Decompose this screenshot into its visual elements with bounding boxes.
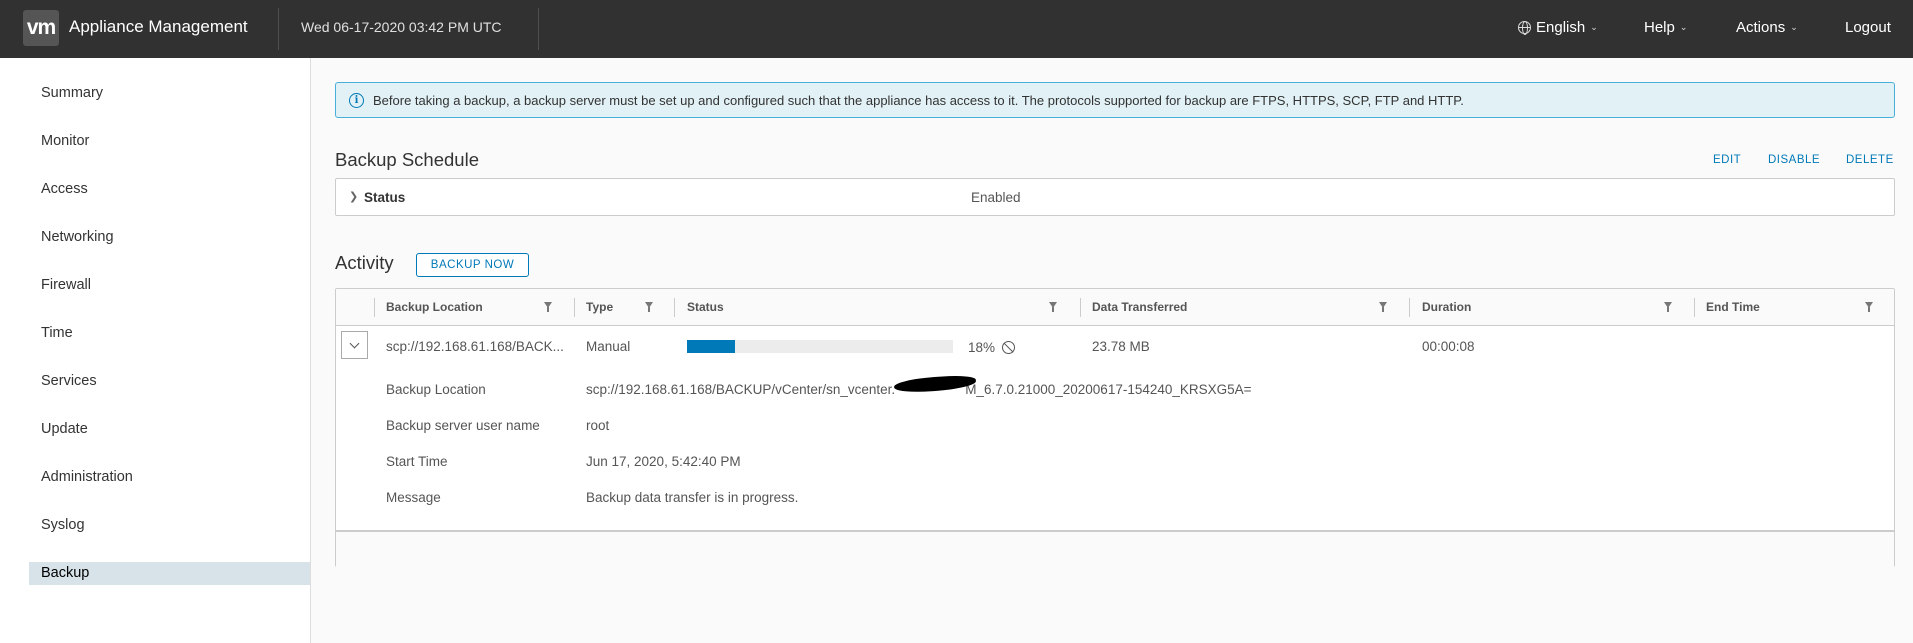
actions-menu[interactable]: Actions ⌄ (1736, 19, 1798, 36)
progress-bar (687, 340, 953, 353)
sidebar-nav: Summary Monitor Access Networking Firewa… (0, 58, 311, 643)
info-alert: i Before taking a backup, a backup serve… (335, 82, 1895, 118)
sidebar-item-syslog[interactable]: Syslog (29, 514, 310, 537)
column-header-end-time[interactable]: End Time (1706, 289, 1760, 326)
column-separator (1080, 298, 1081, 317)
column-separator (674, 298, 675, 317)
header-divider (538, 8, 539, 50)
column-header-status[interactable]: Status (687, 289, 724, 326)
info-icon: i (349, 92, 364, 108)
top-header: vm Appliance Management Wed 06-17-2020 0… (0, 0, 1913, 58)
app-title: Appliance Management (69, 17, 248, 36)
detail-message-label: Message (386, 490, 441, 505)
sidebar-item-update[interactable]: Update (29, 418, 310, 441)
sidebar-item-firewall[interactable]: Firewall (29, 274, 310, 297)
chevron-down-icon (349, 338, 360, 348)
detail-start-value: Jun 17, 2020, 5:42:40 PM (586, 454, 741, 469)
column-separator (1409, 298, 1410, 317)
progress-fill (687, 340, 735, 353)
sidebar-item-services[interactable]: Services (29, 370, 310, 393)
column-separator (574, 298, 575, 317)
column-header-data-transferred[interactable]: Data Transferred (1092, 289, 1187, 326)
sidebar-item-monitor[interactable]: Monitor (29, 130, 310, 153)
chevron-right-icon[interactable]: ❯ (349, 190, 358, 203)
cell-type: Manual (586, 339, 631, 354)
sidebar-item-administration[interactable]: Administration (29, 466, 310, 489)
vmware-logo: vm (23, 10, 59, 46)
cell-duration: 00:00:08 (1422, 339, 1475, 354)
disable-button[interactable]: DISABLE (1768, 154, 1820, 166)
logout-label: Logout (1845, 19, 1891, 36)
filter-icon[interactable] (1865, 302, 1873, 312)
detail-location-value-start: scp://192.168.61.168/BACKUP/vCenter/sn_v… (586, 382, 896, 397)
language-dropdown[interactable]: English ⌄ (1518, 19, 1598, 36)
schedule-status-value: Enabled (971, 190, 1021, 205)
cell-backup-location: scp://192.168.61.168/BACK... (386, 339, 564, 354)
alert-text: Before taking a backup, a backup server … (373, 92, 1464, 108)
actions-label: Actions (1736, 19, 1786, 36)
schedule-status-row: ❯ Status Enabled (335, 178, 1895, 216)
detail-user-value: root (586, 418, 610, 433)
chevron-down-icon: ⌄ (1790, 22, 1798, 32)
column-separator (374, 298, 375, 317)
sidebar-item-time[interactable]: Time (29, 322, 310, 345)
backup-now-button[interactable]: BACKUP NOW (416, 253, 529, 277)
detail-start-label: Start Time (386, 454, 448, 469)
progress-percent: 18% (968, 340, 996, 355)
column-header-backup-location[interactable]: Backup Location (386, 289, 483, 326)
globe-icon (1518, 21, 1531, 35)
detail-location-label: Backup Location (386, 382, 486, 397)
header-divider (278, 8, 279, 50)
datagrid-header: Backup Location Type Status Data Transfe… (336, 289, 1894, 326)
filter-icon[interactable] (1379, 302, 1387, 312)
schedule-status-label: Status (364, 190, 406, 205)
sidebar-item-backup[interactable]: Backup (29, 562, 310, 585)
edit-button[interactable]: EDIT (1713, 154, 1741, 166)
sidebar-item-summary[interactable]: Summary (29, 82, 310, 105)
sidebar-item-networking[interactable]: Networking (29, 226, 310, 249)
language-label: English (1536, 19, 1586, 36)
backup-schedule-title: Backup Schedule (335, 149, 479, 170)
chevron-down-icon: ⌄ (1679, 22, 1688, 32)
help-menu[interactable]: Help ⌄ (1644, 19, 1687, 36)
filter-icon[interactable] (544, 302, 552, 312)
column-header-type[interactable]: Type (586, 289, 613, 326)
table-row: scp://192.168.61.168/BACK... Manual 18% … (336, 326, 1894, 366)
activity-title: Activity (335, 252, 394, 273)
column-header-duration[interactable]: Duration (1422, 289, 1471, 326)
detail-message-value: Backup data transfer is in progress. (586, 490, 799, 505)
filter-icon[interactable] (1664, 302, 1672, 312)
delete-button[interactable]: DELETE (1846, 154, 1894, 166)
logout-link[interactable]: Logout (1845, 19, 1891, 36)
column-separator (1694, 298, 1695, 317)
datagrid-footer (336, 530, 1894, 567)
filter-icon[interactable] (1049, 302, 1057, 312)
chevron-down-icon: ⌄ (1590, 22, 1598, 32)
activity-datagrid: Backup Location Type Status Data Transfe… (335, 288, 1895, 567)
row-expand-toggle[interactable] (341, 331, 368, 359)
detail-user-label: Backup server user name (386, 418, 540, 433)
cell-data-transferred: 23.78 MB (1092, 339, 1150, 354)
filter-icon[interactable] (645, 302, 653, 312)
help-label: Help (1644, 19, 1675, 36)
header-datetime: Wed 06-17-2020 03:42 PM UTC (301, 19, 502, 35)
cancel-icon[interactable] (1002, 341, 1015, 354)
detail-location-value-end: M_6.7.0.21000_20200617-154240_KRSXG5A= (965, 382, 1252, 397)
sidebar-item-access[interactable]: Access (29, 178, 310, 201)
